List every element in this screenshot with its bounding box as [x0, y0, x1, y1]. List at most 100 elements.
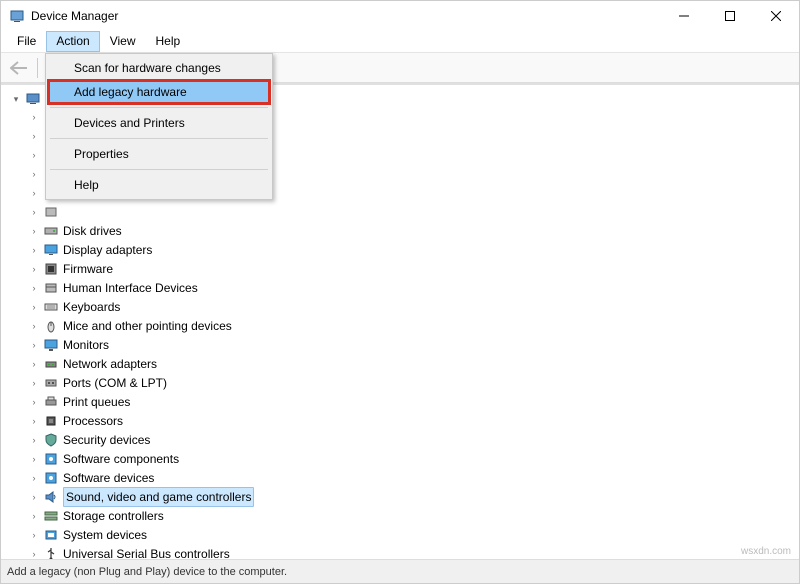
menubar: File Action View Help [1, 31, 799, 53]
chevron-right-icon[interactable]: › [29, 131, 39, 141]
close-button[interactable] [753, 1, 799, 31]
tree-item-label: Processors [63, 412, 123, 430]
tree-item-label: Ports (COM & LPT) [63, 374, 167, 392]
monitor-icon [43, 337, 59, 353]
cpu-icon [43, 413, 59, 429]
chevron-right-icon[interactable]: › [29, 112, 39, 122]
chevron-right-icon[interactable]: › [29, 359, 39, 369]
statusbar-text: Add a legacy (non Plug and Play) device … [7, 566, 287, 578]
action-menu-dropdown: Scan for hardware changesAdd legacy hard… [45, 53, 273, 200]
menu-separator [50, 138, 268, 139]
tree-item-label: Universal Serial Bus controllers [63, 545, 230, 560]
back-button[interactable] [7, 57, 31, 79]
tree-item-label: Firmware [63, 260, 113, 278]
menu-item[interactable]: Add legacy hardware [48, 80, 270, 104]
titlebar: Device Manager [1, 1, 799, 31]
menu-help[interactable]: Help [146, 31, 191, 52]
watermark: wsxdn.com [741, 546, 791, 557]
chevron-right-icon[interactable]: › [29, 169, 39, 179]
tree-item[interactable]: ›Monitors [11, 335, 799, 354]
minimize-button[interactable] [661, 1, 707, 31]
tree-item[interactable]: › Processors [11, 411, 799, 430]
software-icon [43, 470, 59, 486]
keyboard-icon [43, 299, 59, 315]
disk-icon [43, 223, 59, 239]
maximize-button[interactable] [707, 1, 753, 31]
chevron-right-icon[interactable]: › [29, 397, 39, 407]
chevron-right-icon[interactable]: › [29, 511, 39, 521]
security-icon [43, 432, 59, 448]
chevron-right-icon[interactable]: › [29, 188, 39, 198]
chevron-right-icon[interactable]: › [29, 226, 39, 236]
menu-file[interactable]: File [7, 31, 46, 52]
tree-item-label: Print queues [63, 393, 130, 411]
tree-item[interactable]: ›Mice and other pointing devices [11, 316, 799, 335]
tree-item[interactable]: › Display adapters [11, 240, 799, 259]
tree-item-label: Disk drives [63, 222, 122, 240]
chevron-down-icon[interactable]: ▾ [11, 94, 21, 104]
chevron-right-icon[interactable]: › [29, 264, 39, 274]
tree-item[interactable]: › Security devices [11, 430, 799, 449]
display-icon [43, 242, 59, 258]
tree-item-label: Human Interface Devices [63, 279, 198, 297]
chevron-right-icon[interactable]: › [29, 283, 39, 293]
chevron-right-icon[interactable]: › [29, 530, 39, 540]
chevron-right-icon[interactable]: › [29, 492, 39, 502]
menu-item[interactable]: Properties [48, 142, 270, 166]
chevron-right-icon[interactable]: › [29, 150, 39, 160]
toolbar-separator [37, 58, 38, 78]
chevron-right-icon[interactable]: › [29, 416, 39, 426]
tree-item[interactable]: › Human Interface Devices [11, 278, 799, 297]
tree-item-label: Software components [63, 450, 179, 468]
sound-icon [43, 489, 59, 505]
statusbar: Add a legacy (non Plug and Play) device … [1, 559, 799, 583]
menu-item[interactable]: Help [48, 173, 270, 197]
ports-icon [43, 375, 59, 391]
tree-item[interactable]: › Print queues [11, 392, 799, 411]
tree-item[interactable]: › Firmware [11, 259, 799, 278]
window-title: Device Manager [31, 9, 661, 23]
firmware-icon [43, 261, 59, 277]
tree-item-label: Display adapters [63, 241, 152, 259]
chevron-right-icon[interactable]: › [29, 340, 39, 350]
tree-item-label: Software devices [63, 469, 154, 487]
chevron-right-icon[interactable]: › [29, 302, 39, 312]
chevron-right-icon[interactable]: › [29, 245, 39, 255]
menu-item[interactable]: Devices and Printers [48, 111, 270, 135]
tree-item[interactable]: ›Network adapters [11, 354, 799, 373]
chevron-right-icon[interactable]: › [29, 207, 39, 217]
tree-item[interactable]: ›Storage controllers [11, 506, 799, 525]
system-icon [43, 527, 59, 543]
tree-item-label: Security devices [63, 431, 150, 449]
tree-item[interactable]: › Disk drives [11, 221, 799, 240]
chevron-right-icon[interactable]: › [29, 549, 39, 559]
tree-item[interactable]: › Software components [11, 449, 799, 468]
menu-item[interactable]: Scan for hardware changes [48, 56, 270, 80]
usb-icon [43, 546, 59, 560]
tree-item[interactable]: › System devices [11, 525, 799, 544]
tree-item[interactable]: › [11, 202, 799, 221]
app-icon [9, 8, 25, 24]
software-icon [43, 451, 59, 467]
tree-item[interactable]: › Ports (COM & LPT) [11, 373, 799, 392]
computer-icon [25, 91, 41, 107]
chevron-right-icon[interactable]: › [29, 321, 39, 331]
chevron-right-icon[interactable]: › [29, 454, 39, 464]
chevron-right-icon[interactable]: › [29, 378, 39, 388]
menu-separator [50, 169, 268, 170]
network-icon [43, 356, 59, 372]
menu-separator [50, 107, 268, 108]
menu-action[interactable]: Action [46, 31, 99, 52]
mouse-icon [43, 318, 59, 334]
tree-item-label: System devices [63, 526, 147, 544]
tree-item[interactable]: › Keyboards [11, 297, 799, 316]
chevron-right-icon[interactable]: › [29, 473, 39, 483]
menu-view[interactable]: View [100, 31, 146, 52]
tree-item[interactable]: › Universal Serial Bus controllers [11, 544, 799, 559]
chevron-right-icon[interactable]: › [29, 435, 39, 445]
tree-item[interactable]: › Software devices [11, 468, 799, 487]
tree-item-label: Keyboards [63, 298, 120, 316]
window-controls [661, 1, 799, 31]
tree-item[interactable]: › Sound, video and game controllers [11, 487, 799, 506]
tree-item-label: Sound, video and game controllers [63, 487, 254, 507]
